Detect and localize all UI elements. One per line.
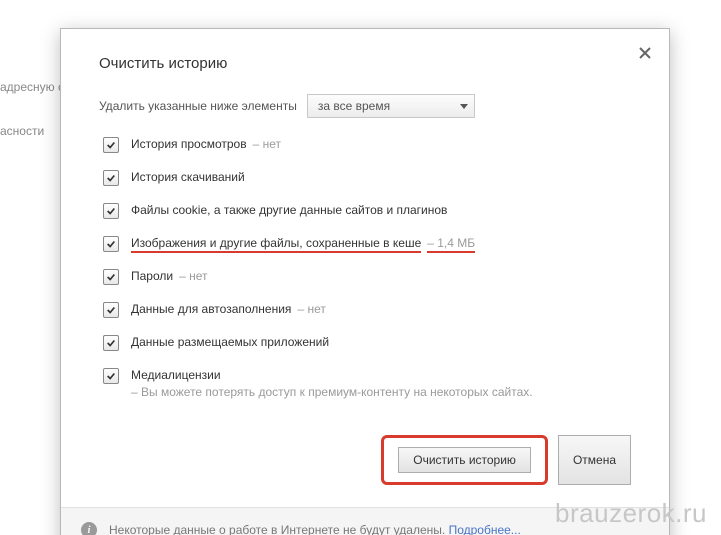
clear-history-dialog: Очистить историю Удалить указанные ниже …	[60, 28, 670, 535]
chevron-down-icon	[460, 104, 468, 109]
clear-history-button[interactable]: Очистить историю	[398, 447, 531, 473]
option-label: Данные для автозаполнения	[131, 302, 291, 316]
option-suffix: – нет	[179, 269, 207, 283]
option-label: Пароли	[131, 269, 173, 283]
checkbox[interactable]	[103, 368, 119, 384]
option-label: История скачиваний	[131, 170, 245, 184]
option-suffix: – 1,4 МБ	[427, 236, 475, 253]
background-text: адресную с асности	[0, 0, 60, 138]
option-text: Файлы cookie, а также другие данные сайт…	[131, 202, 447, 219]
dialog-footer: i Некоторые данные о работе в Интернете …	[61, 507, 669, 535]
checkbox[interactable]	[103, 203, 119, 219]
option-text: История просмотров – нет	[131, 136, 281, 153]
options-list: История просмотров – нет История скачивани…	[99, 136, 631, 401]
cancel-button[interactable]: Отмена	[558, 435, 631, 485]
learn-more-link[interactable]: Подробнее...	[449, 523, 521, 535]
option-row: История скачиваний	[103, 169, 631, 186]
option-text: Медиалицензии – Вы можете потерять доступ…	[131, 367, 533, 401]
option-row: Данные для автозаполнения – нет	[103, 301, 631, 318]
bg-fragment-1: адресную с	[0, 80, 60, 94]
option-row: Медиалицензии – Вы можете потерять доступ…	[103, 367, 631, 401]
option-row: Файлы cookie, а также другие данные сайт…	[103, 202, 631, 219]
footer-text: Некоторые данные о работе в Интернете не…	[109, 523, 445, 535]
time-range-value: за все время	[318, 99, 390, 113]
option-row: История просмотров – нет	[103, 136, 631, 153]
checkbox[interactable]	[103, 137, 119, 153]
option-label: Изображения и другие файлы, сохраненные …	[131, 236, 421, 253]
time-range-select[interactable]: за все время	[307, 94, 475, 118]
clear-button-highlight: Очистить историю	[381, 435, 548, 485]
option-text: Пароли – нет	[131, 268, 208, 285]
option-suffix: – нет	[297, 302, 325, 316]
checkbox[interactable]	[103, 170, 119, 186]
option-label: Данные размещаемых приложений	[131, 335, 329, 349]
option-label: История просмотров	[131, 137, 247, 151]
checkbox[interactable]	[103, 269, 119, 285]
option-text: Данные для автозаполнения – нет	[131, 301, 326, 318]
option-row: Изображения и другие файлы, сохраненные …	[103, 235, 631, 252]
option-row: Пароли – нет	[103, 268, 631, 285]
option-description: – Вы можете потерять доступ к премиум-ко…	[131, 384, 533, 401]
close-icon[interactable]	[637, 45, 653, 61]
footer-text-wrap: Некоторые данные о работе в Интернете не…	[109, 523, 521, 535]
checkbox[interactable]	[103, 302, 119, 318]
option-text: Данные размещаемых приложений	[131, 334, 329, 351]
time-range-label: Удалить указанные ниже элементы	[99, 99, 297, 113]
option-label: Медиалицензии	[131, 368, 221, 382]
option-row: Данные размещаемых приложений	[103, 334, 631, 351]
option-suffix: – нет	[253, 137, 281, 151]
dialog-buttons: Очистить историю Отмена	[61, 427, 669, 507]
info-icon: i	[81, 522, 97, 535]
bg-fragment-2: асности	[0, 124, 60, 138]
checkbox[interactable]	[103, 335, 119, 351]
dialog-title: Очистить историю	[99, 55, 631, 72]
checkbox[interactable]	[103, 236, 119, 252]
option-label: Файлы cookie, а также другие данные сайт…	[131, 203, 447, 217]
option-text: История скачиваний	[131, 169, 245, 186]
time-range-row: Удалить указанные ниже элементы за все в…	[99, 94, 631, 118]
option-text: Изображения и другие файлы, сохраненные …	[131, 235, 475, 252]
